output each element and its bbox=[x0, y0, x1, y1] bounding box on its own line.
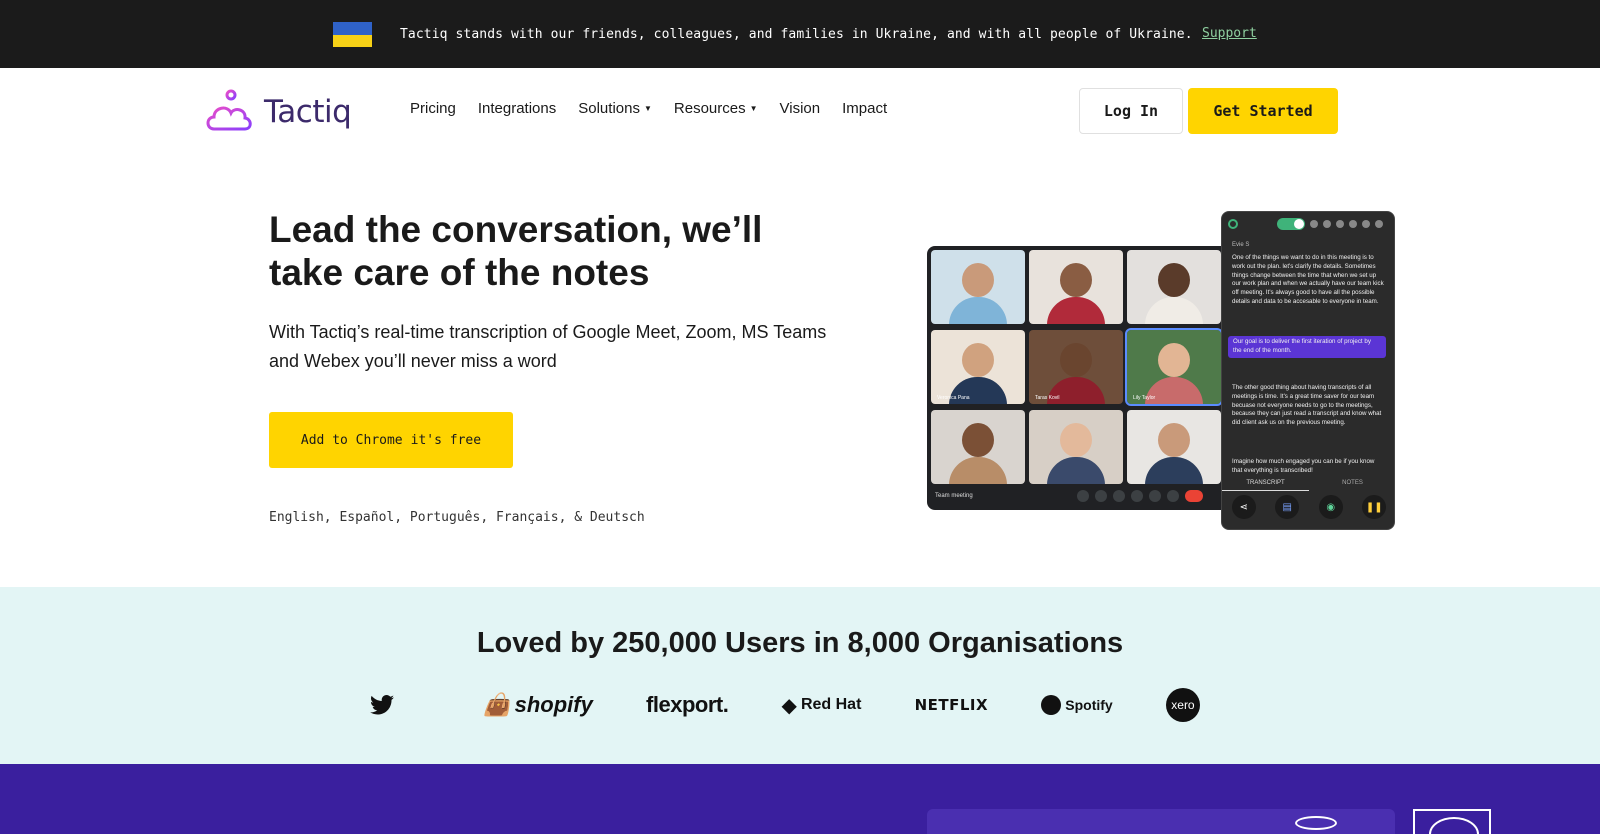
participant-tile bbox=[1029, 250, 1123, 324]
hero-subtitle: With Tactiq’s real-time transcription of… bbox=[269, 322, 827, 371]
add-to-chrome-label: Add to Chrome bbox=[300, 432, 403, 448]
participant-tile: Veronica Pana bbox=[931, 330, 1025, 404]
scribble-decoration-icon bbox=[1295, 816, 1337, 830]
home-icon bbox=[1310, 220, 1318, 228]
redhat-logo: ◆ Red Hat bbox=[781, 694, 862, 717]
caret-down-icon: ▼ bbox=[749, 104, 758, 113]
transcript-highlight: Our goal is to deliver the first iterati… bbox=[1228, 336, 1386, 358]
transcript-text: The other good thing about having transc… bbox=[1232, 384, 1382, 427]
meeting-screenshot: Veronica Pana Taras Kovil Lily Taylor Te… bbox=[927, 246, 1229, 510]
camera-icon bbox=[1095, 490, 1107, 502]
supported-languages: English, Español, Português, Français, &… bbox=[269, 510, 645, 525]
cloud-icon bbox=[1323, 220, 1331, 228]
shopping-bag-icon: 👜 bbox=[483, 692, 511, 717]
caret-down-icon: ▼ bbox=[643, 104, 652, 113]
panel-actions: ⋖ ▤ ◉ ❚❚ bbox=[1222, 495, 1394, 519]
spotify-logo: Spotify bbox=[1041, 695, 1113, 715]
login-button[interactable]: Log In bbox=[1079, 88, 1183, 134]
shield-icon bbox=[1336, 220, 1344, 228]
record-indicator-icon bbox=[1228, 219, 1238, 229]
social-proof-section: Loved by 250,000 Users in 8,000 Organisa… bbox=[0, 587, 1600, 764]
present-icon bbox=[1149, 490, 1161, 502]
netflix-logo: NETFLIX bbox=[914, 696, 989, 714]
add-to-chrome-button[interactable]: Add to Chrome it's free bbox=[269, 412, 513, 468]
nav-integrations[interactable]: Integrations bbox=[478, 100, 556, 117]
transcription-toggle bbox=[1277, 218, 1305, 230]
end-call-icon bbox=[1185, 490, 1203, 502]
banner-message: Tactiq stands with our friends, colleagu… bbox=[400, 27, 1193, 42]
nav-resources[interactable]: Resources ▼ bbox=[674, 100, 758, 117]
shopify-logo: 👜 shopify bbox=[483, 692, 593, 717]
participant-tile-active: Lily Taylor bbox=[1125, 328, 1223, 406]
nav-impact[interactable]: Impact bbox=[842, 100, 887, 117]
participant-tile bbox=[1127, 410, 1221, 484]
tab-notes: NOTES bbox=[1342, 480, 1363, 486]
customer-logos: 👜 shopify flexport. ◆ Red Hat NETFLIX Spot… bbox=[370, 685, 1200, 725]
participant-tile bbox=[1127, 250, 1221, 324]
meeting-controls bbox=[1077, 490, 1203, 502]
free-label: it's free bbox=[410, 432, 482, 448]
main-nav: Pricing Integrations Solutions ▼ Resource… bbox=[410, 100, 887, 117]
captions-icon bbox=[1113, 490, 1125, 502]
support-link[interactable]: Support bbox=[1202, 26, 1257, 41]
twitter-logo-icon bbox=[370, 695, 430, 715]
get-started-button[interactable]: Get Started bbox=[1188, 88, 1338, 134]
nav-vision[interactable]: Vision bbox=[780, 100, 821, 117]
expand-icon bbox=[1375, 220, 1383, 228]
red-hat-icon: ◆ bbox=[781, 694, 797, 717]
tab-transcript: TRANSCRIPT bbox=[1222, 477, 1309, 491]
tactiq-logo[interactable]: Tactiq bbox=[204, 88, 354, 136]
meeting-name: Team meeting bbox=[935, 493, 973, 499]
feature-section bbox=[0, 764, 1600, 834]
speaker-name: Evie S bbox=[1232, 242, 1250, 248]
nav-pricing[interactable]: Pricing bbox=[410, 100, 456, 117]
help-icon bbox=[1362, 220, 1370, 228]
hand-icon bbox=[1131, 490, 1143, 502]
pause-icon: ❚❚ bbox=[1362, 495, 1387, 519]
nav-solutions[interactable]: Solutions ▼ bbox=[578, 100, 652, 117]
logo-wordmark: Tactiq bbox=[264, 94, 352, 130]
flexport-logo: flexport. bbox=[646, 692, 729, 717]
participant-tile bbox=[931, 250, 1025, 324]
share-icon: ⋖ bbox=[1231, 495, 1256, 519]
more-icon bbox=[1167, 490, 1179, 502]
spotify-icon bbox=[1041, 695, 1062, 715]
settings-icon bbox=[1349, 220, 1357, 228]
screenshot-icon: ◉ bbox=[1318, 495, 1343, 519]
mic-icon bbox=[1077, 490, 1089, 502]
participant-tile: Taras Kovil bbox=[1029, 330, 1123, 404]
spiral-decoration-icon bbox=[1413, 809, 1491, 834]
participant-tile bbox=[931, 410, 1025, 484]
ukraine-flag-icon bbox=[333, 22, 372, 47]
document-icon: ▤ bbox=[1275, 495, 1300, 519]
transcript-text: Imagine how much engaged you can be if y… bbox=[1232, 458, 1375, 474]
participant-tile bbox=[1029, 410, 1123, 484]
panel-tabs: TRANSCRIPT NOTES bbox=[1222, 477, 1394, 491]
transcript-panel: Evie S One of the things we want to do i… bbox=[1221, 211, 1395, 530]
social-proof-title: Loved by 250,000 Users in 8,000 Organisa… bbox=[476, 627, 1124, 659]
xero-logo: xero bbox=[1165, 688, 1200, 722]
hero-title: Lead the conversation, we’ll take care o… bbox=[269, 209, 763, 293]
ukraine-banner: Tactiq stands with our friends, colleagu… bbox=[0, 0, 1600, 68]
transcript-text: One of the things we want to do in this … bbox=[1232, 254, 1384, 305]
cloud-logo-icon bbox=[206, 89, 252, 131]
